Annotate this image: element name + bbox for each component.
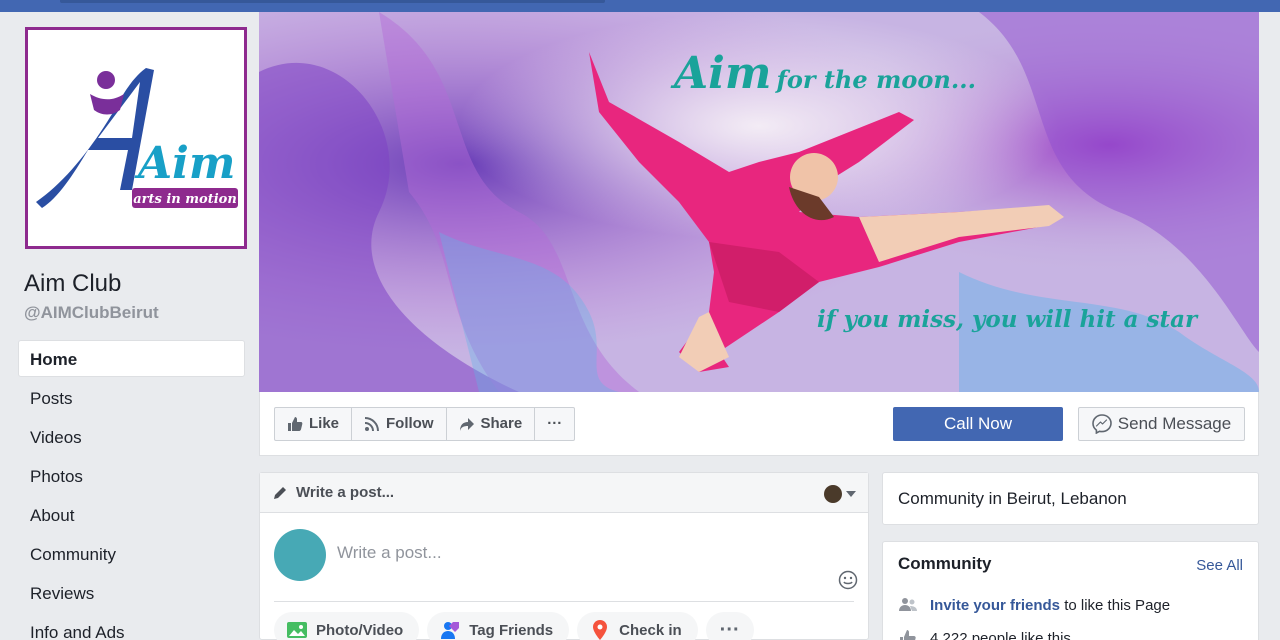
cover-tagline: if you miss, you will hit a star [817, 306, 1198, 333]
aim-logo: Aim arts in motion [28, 30, 244, 246]
nav-item-posts[interactable]: Posts [18, 379, 245, 418]
nav-item-about[interactable]: About [18, 496, 245, 535]
nav-item-reviews[interactable]: Reviews [18, 574, 245, 613]
nav-item-info-and-ads[interactable]: Info and Ads [18, 613, 245, 640]
send-message-label: Send Message [1117, 414, 1232, 433]
nav-item-community[interactable]: Community [18, 535, 245, 574]
check-in-label: Check in [619, 621, 682, 639]
thumbs-up-icon [288, 417, 303, 431]
page-action-bar: Like Follow Share ··· Call Now Send Mess… [259, 392, 1259, 456]
emoji-icon[interactable] [838, 570, 858, 590]
cover-headline-big: Aim [674, 48, 772, 99]
cover-headline: Aim for the moon... [674, 48, 976, 99]
like-label: Like [309, 415, 340, 432]
likes-count: 4,222 people like this [930, 629, 1071, 640]
composer-more-button[interactable]: ··· [705, 612, 754, 640]
search-bar-edge[interactable] [60, 0, 605, 3]
people-icon [899, 598, 917, 611]
invite-friends-link[interactable]: Invite your friends [930, 597, 1060, 614]
more-actions-button[interactable]: ··· [535, 408, 574, 440]
follow-button[interactable]: Follow [352, 408, 447, 440]
post-as-avatar [824, 485, 842, 503]
composer-body[interactable]: Write a post... [260, 513, 868, 601]
logo-word: Aim [134, 138, 235, 189]
nav-item-photos[interactable]: Photos [18, 457, 245, 496]
tag-friends-button[interactable]: Tag Friends [427, 612, 570, 640]
share-button[interactable]: Share [447, 408, 536, 440]
page-actions-group: Like Follow Share ··· [274, 407, 576, 441]
avatar [274, 529, 326, 581]
share-label: Share [480, 415, 523, 432]
tag-friends-icon [441, 622, 460, 639]
post-as-selector[interactable] [824, 485, 856, 503]
see-all-link[interactable]: See All [1196, 557, 1243, 574]
profile-picture[interactable]: Aim arts in motion [25, 27, 247, 249]
composer-header-label: Write a post... [296, 484, 395, 501]
top-bar [0, 0, 1280, 12]
like-button[interactable]: Like [275, 408, 353, 440]
invite-friends-row: Invite your friends to like this Page [898, 595, 1170, 615]
post-composer: Write a post... Write a post... Photo/Vi… [259, 472, 869, 640]
chevron-down-icon [846, 491, 856, 497]
follow-label: Follow [386, 415, 434, 432]
page-nav: Home Posts Videos Photos About Community… [18, 340, 245, 640]
nav-item-videos[interactable]: Videos [18, 418, 245, 457]
location-pin-icon [593, 620, 608, 640]
composer-header[interactable]: Write a post... [260, 473, 868, 513]
page-handle[interactable]: @AIMClubBeirut [24, 303, 159, 323]
call-now-button[interactable]: Call Now [893, 407, 1063, 441]
photo-icon [287, 622, 307, 638]
rss-icon [364, 417, 380, 432]
likes-row: 4,222 people like this [898, 628, 1071, 640]
cover-photo[interactable]: Aim for the moon... if you miss, you wil… [259, 12, 1259, 392]
page-title[interactable]: Aim Club [24, 270, 121, 298]
invite-friends-rest: to like this Page [1060, 596, 1171, 614]
community-title: Community [898, 554, 992, 573]
logo-tagline: arts in motion [133, 192, 237, 207]
photo-video-label: Photo/Video [316, 621, 404, 639]
tag-friends-label: Tag Friends [469, 621, 554, 639]
share-arrow-icon [459, 418, 474, 431]
divider [274, 601, 854, 602]
pencil-icon [274, 486, 286, 499]
composer-actions: Photo/Video Tag Friends Check in ··· [274, 612, 754, 640]
messenger-icon [1091, 414, 1112, 434]
send-message-button[interactable]: Send Message [1078, 407, 1245, 441]
photo-video-button[interactable]: Photo/Video [274, 612, 420, 640]
thumbs-up-icon [900, 630, 916, 640]
post-input[interactable]: Write a post... [337, 543, 442, 563]
cover-headline-small: for the moon... [776, 65, 976, 94]
community-card: Community See All Invite your friends to… [882, 541, 1259, 640]
nav-item-home[interactable]: Home [18, 340, 245, 377]
check-in-button[interactable]: Check in [577, 612, 698, 640]
page-category-card: Community in Beirut, Lebanon [882, 472, 1259, 525]
left-column: Aim arts in motion Aim Club @AIMClubBeir… [0, 12, 258, 640]
